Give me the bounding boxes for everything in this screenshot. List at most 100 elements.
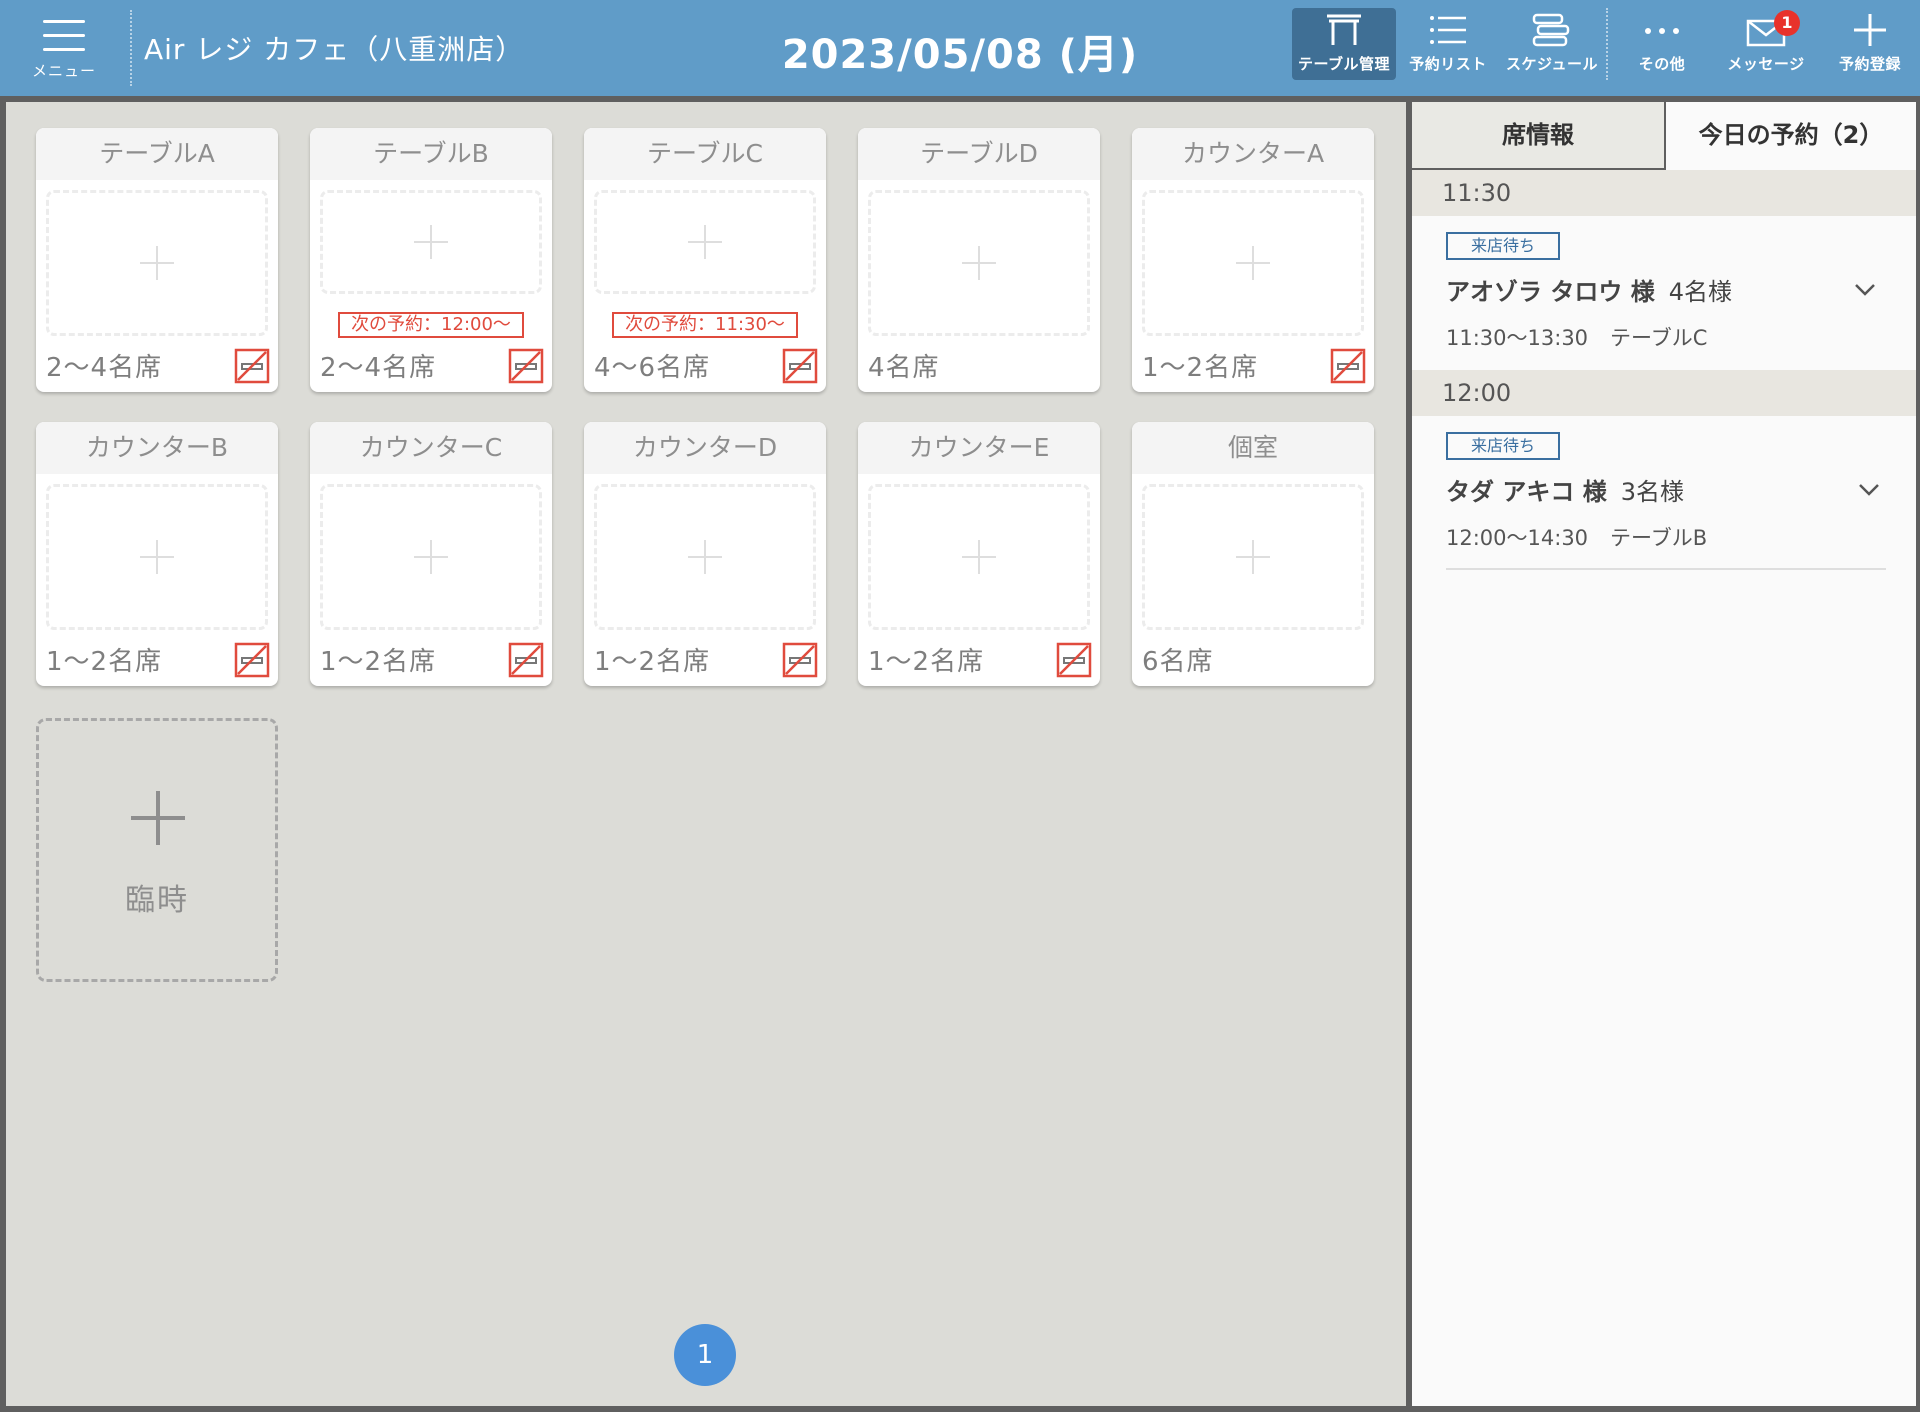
plus-icon	[414, 540, 448, 574]
table-name: 個室	[1132, 422, 1374, 474]
table-icon	[1327, 14, 1361, 45]
table-name: カウンターB	[36, 422, 278, 474]
menu-button[interactable]: メニュー	[24, 14, 104, 84]
status-badge: 来店待ち	[1446, 232, 1560, 260]
guest-name-text: タダ アキコ 様	[1446, 478, 1607, 506]
seat-guests-slot[interactable]	[594, 190, 816, 294]
party-size: 3名様	[1620, 478, 1684, 506]
table-name: テーブルD	[858, 128, 1100, 180]
reservation-meta: 11:30〜13:30 テーブルC	[1446, 322, 1707, 352]
table-name: カウンターA	[1132, 128, 1374, 180]
side-panel: 席情報 今日の予約（2） 11:30 来店待ち アオゾラ タロウ 様 4名様 11…	[1412, 102, 1916, 1406]
table-capacity: 2〜4名席	[46, 353, 163, 383]
seat-guests-slot[interactable]	[868, 190, 1090, 336]
table-grid-area: テーブルA 2〜4名席 テーブルB 次の予約：12:00〜 2〜4名席 テーブルC 次の予約…	[6, 102, 1406, 1406]
plus-icon	[688, 225, 722, 259]
guest-name-text: アオゾラ タロウ 様	[1446, 278, 1655, 306]
reservation-item[interactable]: 来店待ち アオゾラ タロウ 様 4名様 11:30〜13:30 テーブルC	[1412, 216, 1916, 370]
table-name: テーブルA	[36, 128, 278, 180]
table-capacity: 1〜2名席	[594, 647, 711, 677]
next-reservation-label: 次の予約：12:00〜	[338, 312, 524, 338]
time-header: 11:30	[1412, 170, 1916, 216]
plus-icon	[140, 246, 174, 280]
no-smoking-icon	[234, 642, 270, 678]
store-name: Air レジ カフェ（八重洲店）	[144, 33, 525, 66]
nav-separator	[1606, 8, 1608, 80]
seat-guests-slot[interactable]	[1142, 190, 1364, 336]
status-badge: 来店待ち	[1446, 432, 1560, 460]
no-smoking-icon	[1056, 642, 1092, 678]
table-card[interactable]: カウンターB 1〜2名席	[36, 422, 278, 686]
plus-icon	[414, 225, 448, 259]
page-indicator[interactable]: 1	[674, 1324, 736, 1386]
plus-icon	[962, 540, 996, 574]
reservation-meta: 12:00〜14:30 テーブルB	[1446, 522, 1707, 552]
nav-label: 予約リスト	[1409, 55, 1487, 73]
seat-guests-slot[interactable]	[1142, 484, 1364, 630]
tab-seat-info[interactable]: 席情報	[1412, 102, 1664, 170]
nav-messages[interactable]: 1 メッセージ	[1714, 8, 1818, 80]
table-card[interactable]: 個室 6名席	[1132, 422, 1374, 686]
table-name: カウンターD	[584, 422, 826, 474]
seat-guests-slot[interactable]	[46, 190, 268, 336]
table-card[interactable]: カウンターC 1〜2名席	[310, 422, 552, 686]
list-icon	[1430, 16, 1466, 44]
time-range: 11:30〜13:30	[1446, 326, 1589, 350]
plus-icon	[140, 540, 174, 574]
table-card[interactable]: カウンターA 1〜2名席	[1132, 128, 1374, 392]
plus-icon	[688, 540, 722, 574]
header-nav: テーブル管理 予約リスト スケジュール その他 1 メッセージ 予約登録	[1292, 8, 1920, 88]
assigned-table: テーブルC	[1610, 326, 1708, 350]
party-size: 4名様	[1668, 278, 1732, 306]
reservation-item[interactable]: 来店待ち タダ アキコ 様 3名様 12:00〜14:30 テーブルB	[1446, 416, 1886, 570]
nav-label: スケジュール	[1506, 55, 1598, 73]
nav-label: その他	[1638, 55, 1686, 73]
next-reservation-label: 次の予約：11:30〜	[612, 312, 798, 338]
more-icon	[1645, 28, 1679, 34]
table-card[interactable]: テーブルC 次の予約：11:30〜 4〜6名席	[584, 128, 826, 392]
nav-table-management[interactable]: テーブル管理	[1292, 8, 1396, 80]
table-card[interactable]: カウンターE 1〜2名席	[858, 422, 1100, 686]
tab-todays-reservations[interactable]: 今日の予約（2）	[1664, 102, 1916, 170]
nav-reservation-list[interactable]: 予約リスト	[1396, 8, 1500, 80]
table-card[interactable]: テーブルD 4名席	[858, 128, 1100, 392]
table-card[interactable]: テーブルA 2〜4名席	[36, 128, 278, 392]
message-count-badge: 1	[1774, 10, 1800, 36]
seat-guests-slot[interactable]	[320, 190, 542, 294]
table-capacity: 1〜2名席	[46, 647, 163, 677]
seat-guests-slot[interactable]	[46, 484, 268, 630]
plus-icon	[1854, 14, 1886, 46]
hamburger-icon	[43, 18, 85, 54]
table-card[interactable]: カウンターD 1〜2名席	[584, 422, 826, 686]
no-smoking-icon	[508, 642, 544, 678]
no-smoking-icon	[508, 348, 544, 384]
table-capacity: 1〜2名席	[868, 647, 985, 677]
nav-label: テーブル管理	[1297, 55, 1391, 73]
no-smoking-icon	[234, 348, 270, 384]
plus-icon	[1236, 540, 1270, 574]
add-temporary-table-button[interactable]: 臨時	[36, 718, 278, 982]
table-name: テーブルB	[310, 128, 552, 180]
nav-schedule[interactable]: スケジュール	[1500, 8, 1604, 80]
header-divider	[130, 10, 132, 86]
table-capacity: 1〜2名席	[1142, 353, 1259, 383]
nav-new-reservation[interactable]: 予約登録	[1818, 8, 1920, 80]
date-title[interactable]: 2023/05/08 (月)	[760, 22, 1160, 80]
table-capacity: 2〜4名席	[320, 353, 437, 383]
plus-icon	[1236, 246, 1270, 280]
seat-guests-slot[interactable]	[594, 484, 816, 630]
chevron-down-icon[interactable]	[1854, 278, 1876, 300]
seat-guests-slot[interactable]	[868, 484, 1090, 630]
plus-icon	[131, 791, 185, 845]
chevron-down-icon[interactable]	[1858, 478, 1880, 500]
table-name: カウンターC	[310, 422, 552, 474]
app-header: メニュー Air レジ カフェ（八重洲店） 2023/05/08 (月) テーブ…	[0, 0, 1920, 96]
nav-label: 予約登録	[1838, 55, 1901, 73]
table-capacity: 4〜6名席	[594, 353, 711, 383]
table-capacity: 4名席	[868, 353, 940, 383]
no-smoking-icon	[1330, 348, 1366, 384]
nav-other[interactable]: その他	[1610, 8, 1714, 80]
table-name: テーブルC	[584, 128, 826, 180]
seat-guests-slot[interactable]	[320, 484, 542, 630]
table-card[interactable]: テーブルB 次の予約：12:00〜 2〜4名席	[310, 128, 552, 392]
